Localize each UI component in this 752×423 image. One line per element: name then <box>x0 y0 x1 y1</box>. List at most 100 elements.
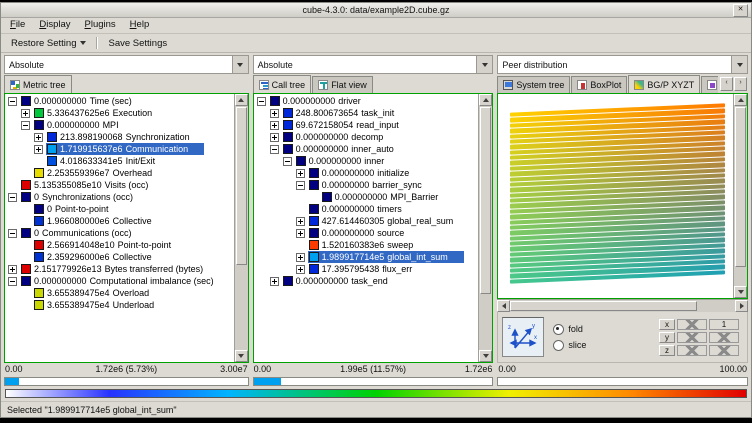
tree-row[interactable]: 0.000000000driver <box>254 95 479 107</box>
system-value-mode-combobox[interactable]: Peer distribution <box>497 55 748 74</box>
dimension-disabled-cell[interactable] <box>677 332 707 343</box>
tab-app[interactable]: App <box>701 76 718 93</box>
tree-row[interactable]: 0.000000000decomp <box>254 131 479 143</box>
expander-plus-icon[interactable] <box>296 253 305 262</box>
expander-minus-icon[interactable] <box>8 277 17 286</box>
expander-minus-icon[interactable] <box>296 181 305 190</box>
tree-row[interactable]: 0.000000000task_end <box>254 275 479 287</box>
close-icon[interactable]: ✕ <box>733 4 748 17</box>
expander-plus-icon[interactable] <box>270 277 279 286</box>
tab-scroll-left-icon[interactable]: ‹ <box>720 77 733 91</box>
tab-bg-p-xyzt[interactable]: BG/P XYZT <box>628 75 700 93</box>
expander-plus-icon[interactable] <box>270 121 279 130</box>
expander-plus-icon[interactable] <box>296 229 305 238</box>
axes-icon[interactable]: x y z <box>502 317 544 357</box>
tab-call-tree[interactable]: Call tree <box>253 75 312 93</box>
expander-minus-icon[interactable] <box>270 145 279 154</box>
tree-row[interactable]: 0.000000000MPI_Barrier <box>254 191 479 203</box>
scroll-up-icon[interactable] <box>235 94 248 106</box>
tree-row[interactable]: 0.000000000source <box>254 227 479 239</box>
expander-minus-icon[interactable] <box>8 193 17 202</box>
topology-vertical-scrollbar[interactable] <box>733 94 747 298</box>
expander-minus-icon[interactable] <box>8 97 17 106</box>
tree-row[interactable]: 2.566914048e10Point-to-point <box>5 239 234 251</box>
dimension-disabled-cell[interactable] <box>709 345 739 356</box>
expander-minus-icon[interactable] <box>283 157 292 166</box>
tree-row[interactable]: 5.336437625e6Execution <box>5 107 234 119</box>
expander-plus-icon[interactable] <box>296 265 305 274</box>
scroll-up-icon[interactable] <box>734 94 747 106</box>
scroll-up-icon[interactable] <box>479 94 492 106</box>
expander-minus-icon[interactable] <box>21 121 30 130</box>
topology-horizontal-scrollbar[interactable] <box>497 299 748 312</box>
expander-plus-icon[interactable] <box>296 169 305 178</box>
expander-plus-icon[interactable] <box>34 133 43 142</box>
chevron-down-icon[interactable] <box>232 56 248 73</box>
scrollbar-thumb[interactable] <box>735 107 746 267</box>
tree-row[interactable]: 17.395795438flux_err <box>254 263 479 275</box>
tree-row[interactable]: 427.614460305global_real_sum <box>254 215 479 227</box>
tree-row[interactable]: 1.989917714e5global_int_sum <box>254 251 479 263</box>
scroll-left-icon[interactable] <box>497 300 510 312</box>
tree-row[interactable]: 0Point-to-point <box>5 203 234 215</box>
axis-z-button[interactable]: z <box>659 345 675 356</box>
scrollbar-thumb[interactable] <box>480 107 491 294</box>
tree-row[interactable]: 2.151779926e13Bytes transferred (bytes) <box>5 263 234 275</box>
tab-metric-tree[interactable]: Metric tree <box>4 75 72 93</box>
tree-row[interactable]: 2.253559396e7Overhead <box>5 167 234 179</box>
metric-vertical-scrollbar[interactable] <box>234 94 248 362</box>
expander-plus-icon[interactable] <box>21 109 30 118</box>
metric-value-mode-combobox[interactable]: Absolute <box>4 55 249 74</box>
dimension-value-cell[interactable]: 1 <box>709 319 739 330</box>
expander-plus-icon[interactable] <box>34 145 43 154</box>
tab-boxplot[interactable]: BoxPlot <box>571 76 627 93</box>
dimension-disabled-cell[interactable] <box>709 332 739 343</box>
expander-plus-icon[interactable] <box>270 133 279 142</box>
tree-row[interactable]: 0.00000000barrier_sync <box>254 179 479 191</box>
axis-x-button[interactable]: x <box>659 319 675 330</box>
chevron-down-icon[interactable] <box>731 56 747 73</box>
scroll-down-icon[interactable] <box>479 350 492 362</box>
call-vertical-scrollbar[interactable] <box>478 94 492 362</box>
menu-display[interactable]: Display <box>32 18 77 33</box>
tree-row[interactable]: 1.520160383e6sweep <box>254 239 479 251</box>
tree-row[interactable]: 1.719915637e6Communication <box>5 143 234 155</box>
call-value-mode-combobox[interactable]: Absolute <box>253 55 494 74</box>
restore-setting-button[interactable]: Restore Setting <box>5 37 92 50</box>
scroll-down-icon[interactable] <box>734 286 747 298</box>
chevron-down-icon[interactable] <box>476 56 492 73</box>
tree-row[interactable]: 5.135355085e10Visits (occ) <box>5 179 234 191</box>
tree-row[interactable]: 2.359296000e6Collective <box>5 251 234 263</box>
tab-flat-view[interactable]: Flat view <box>312 76 373 93</box>
tree-row[interactable]: 0Communications (occ) <box>5 227 234 239</box>
tree-row[interactable]: 69.672158054read_input <box>254 119 479 131</box>
tree-row[interactable]: 248.800673654task_init <box>254 107 479 119</box>
expander-plus-icon[interactable] <box>270 109 279 118</box>
tree-row[interactable]: 3.655389475e4Overload <box>5 287 234 299</box>
expander-minus-icon[interactable] <box>8 229 17 238</box>
topology-plot[interactable] <box>498 94 733 298</box>
tree-row[interactable]: 0.000000000initialize <box>254 167 479 179</box>
tree-row[interactable]: 213.898190068Synchronization <box>5 131 234 143</box>
tree-row[interactable]: 0.000000000Computational imbalance (sec) <box>5 275 234 287</box>
dimension-disabled-cell[interactable] <box>677 345 707 356</box>
expander-plus-icon[interactable] <box>296 217 305 226</box>
scrollbar-thumb[interactable] <box>510 301 696 311</box>
menu-file[interactable]: File <box>3 18 32 33</box>
axis-y-button[interactable]: y <box>659 332 675 343</box>
fold-radio[interactable]: fold <box>553 324 586 335</box>
expander-minus-icon[interactable] <box>257 97 266 106</box>
tab-system-tree[interactable]: System tree <box>497 76 570 93</box>
tree-row[interactable]: 0.000000000timers <box>254 203 479 215</box>
scroll-right-icon[interactable] <box>735 300 748 312</box>
tree-row[interactable]: 3.655389475e4Underload <box>5 299 234 311</box>
save-settings-button[interactable]: Save Settings <box>102 37 173 50</box>
scrollbar-thumb[interactable] <box>236 107 247 265</box>
expander-plus-icon[interactable] <box>8 265 17 274</box>
menu-plugins[interactable]: Plugins <box>78 18 123 33</box>
tree-row[interactable]: 0.000000000inner <box>254 155 479 167</box>
dimension-disabled-cell[interactable] <box>677 319 707 330</box>
menu-help[interactable]: Help <box>123 18 157 33</box>
tree-row[interactable]: 0.000000000Time (sec) <box>5 95 234 107</box>
tab-scroll-right-icon[interactable]: › <box>734 77 747 91</box>
